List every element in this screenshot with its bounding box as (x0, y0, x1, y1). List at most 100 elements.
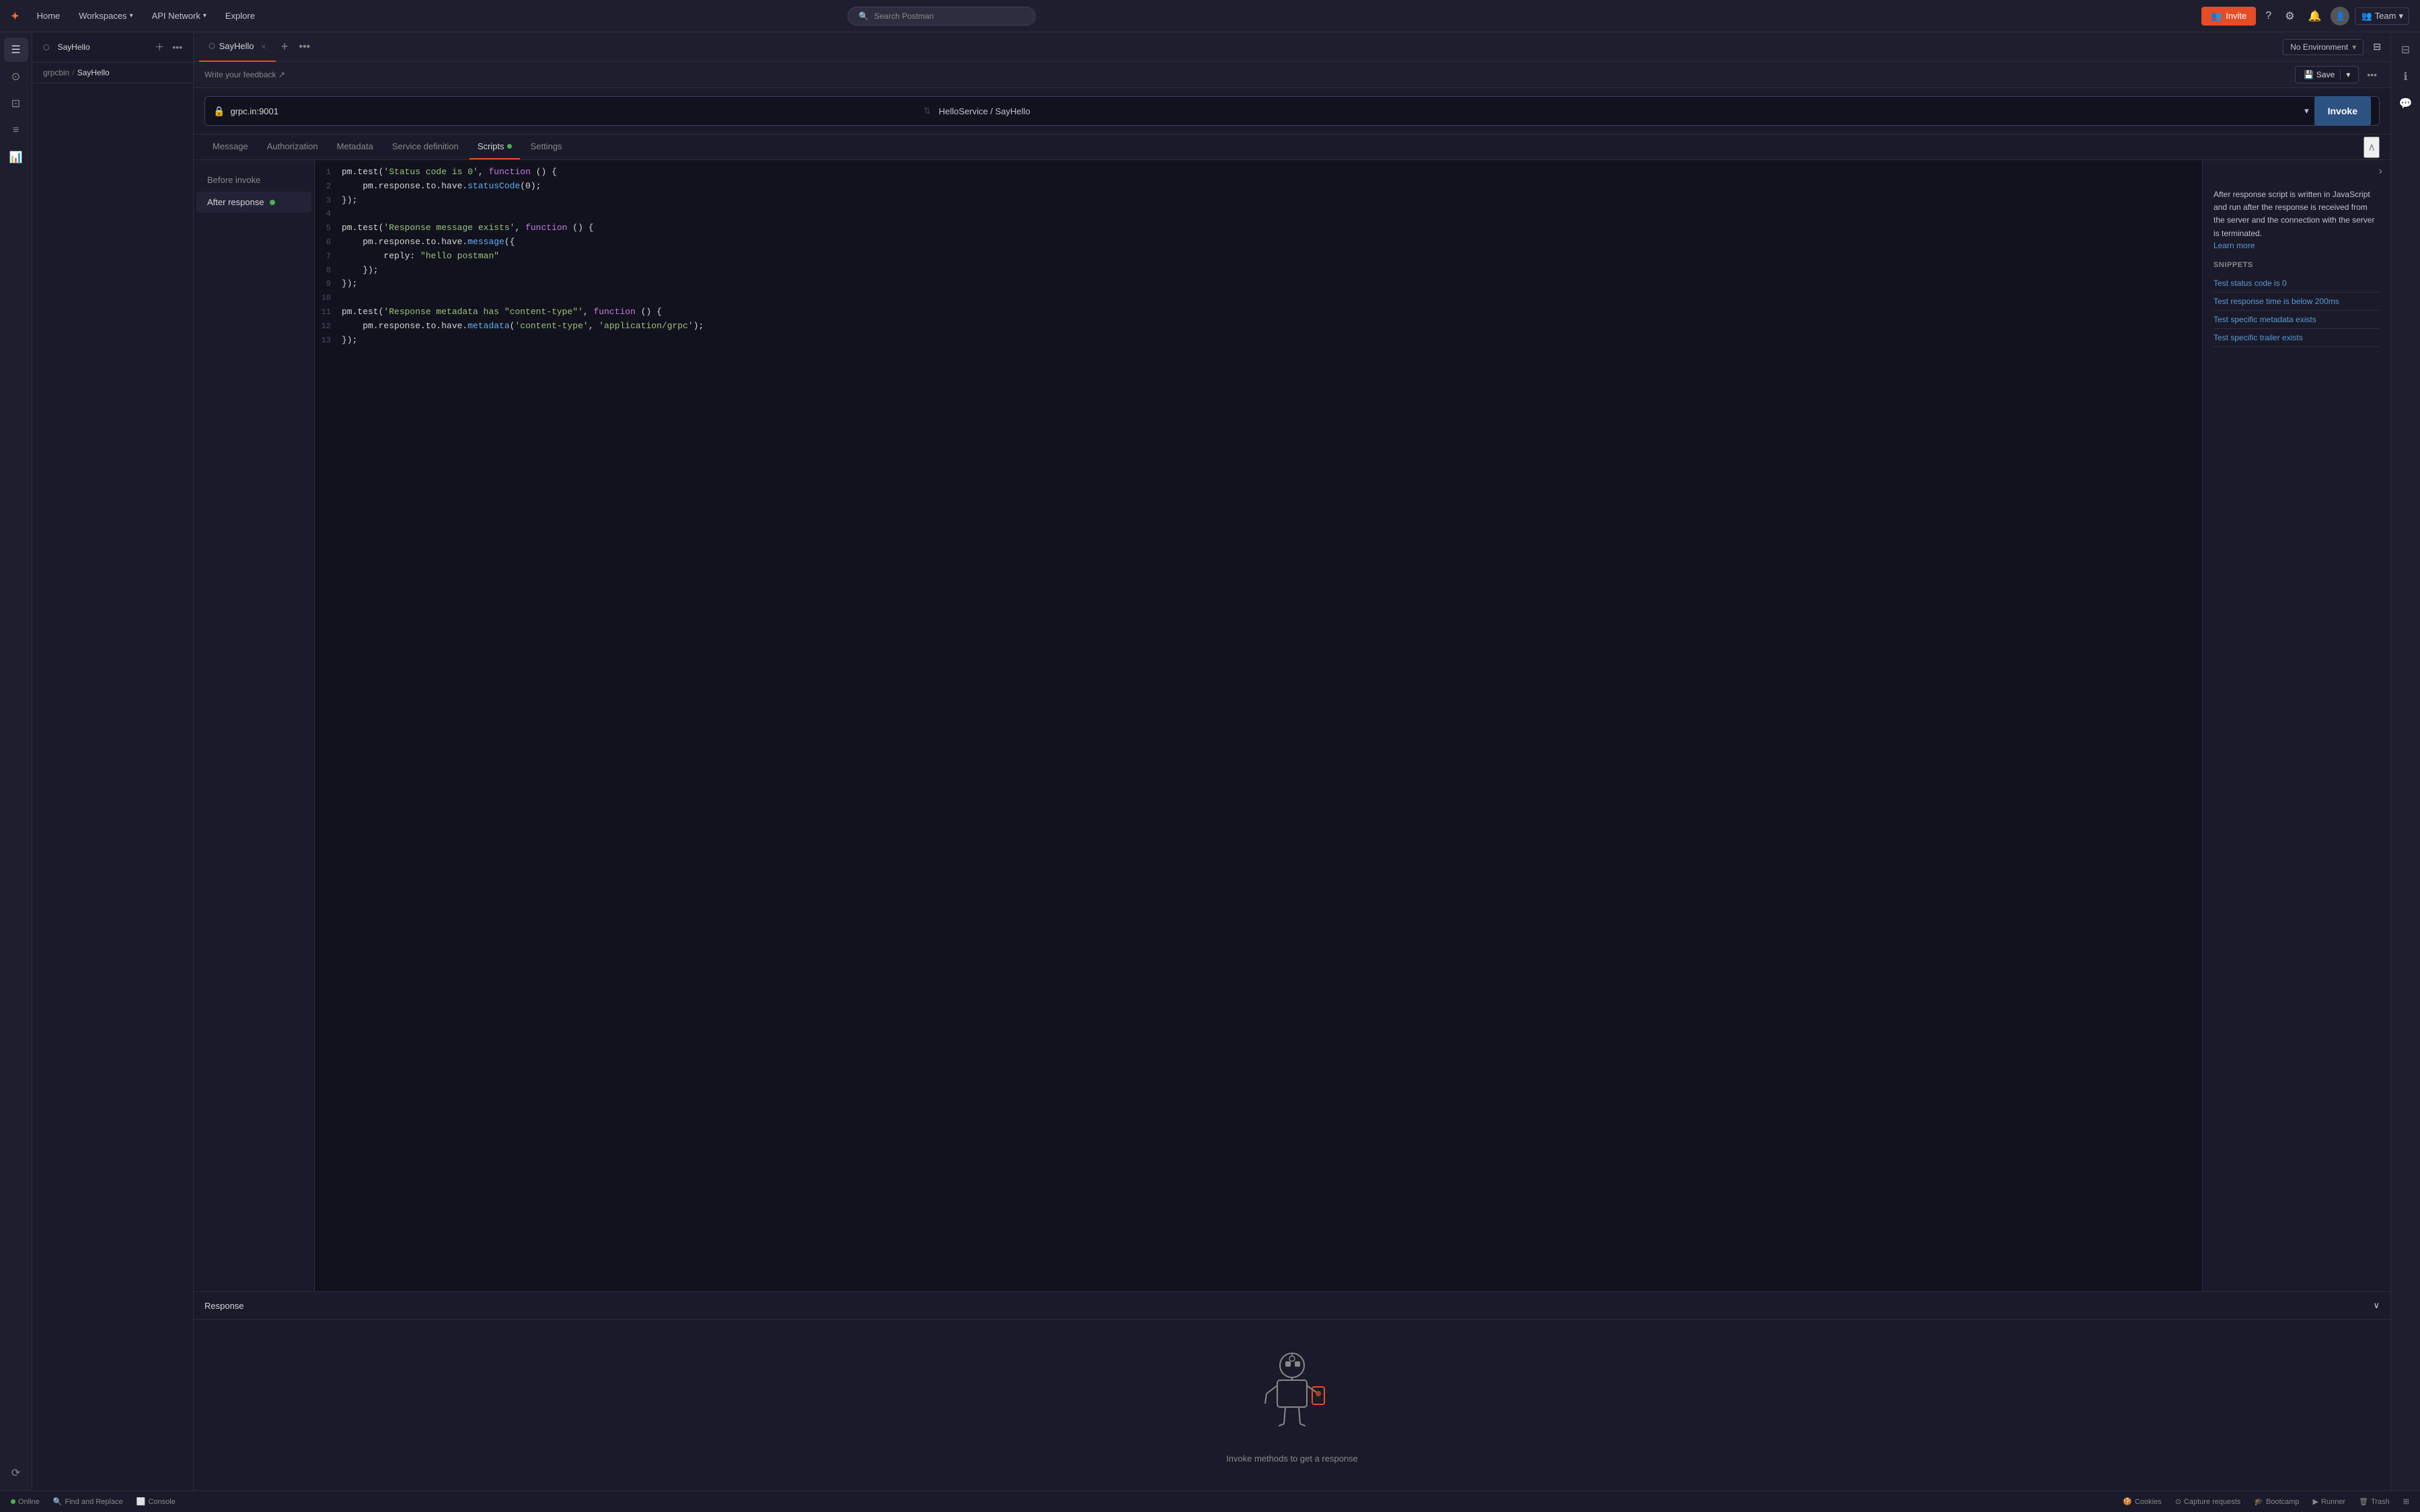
more-options-button[interactable]: ••• (169, 39, 185, 55)
team-button[interactable]: 👥 Team ▾ (2355, 7, 2409, 25)
find-replace-button[interactable]: 🔍 Find and Replace (53, 1497, 123, 1506)
snippets-list: Test status code is 0 Test response time… (2214, 274, 2380, 347)
right-icon-info[interactable]: ℹ (2394, 65, 2418, 89)
nav-right: 👥 Invite ? ⚙ 🔔 👤 👥 Team ▾ (2201, 5, 2409, 27)
tab-scripts[interactable]: Scripts (469, 135, 520, 159)
save-button[interactable]: 💾 Save ▾ (2295, 66, 2359, 83)
after-response-active-dot (270, 200, 275, 205)
response-area: Response ∨ (194, 1291, 2390, 1490)
url-separator: ⇅ (923, 106, 931, 116)
learn-more-link[interactable]: Learn more (2214, 241, 2255, 250)
nav-home[interactable]: Home (30, 7, 67, 25)
tab-message[interactable]: Message (204, 135, 256, 159)
online-label: Online (18, 1498, 40, 1506)
response-empty-message: Invoke methods to get a response (1226, 1453, 1358, 1464)
sidebar-icon-collections[interactable]: ☰ (4, 38, 28, 62)
sidebar-icon-mock[interactable]: ⊡ (4, 91, 28, 116)
scrollbar (2386, 358, 2390, 1291)
before-invoke-label: Before invoke (207, 175, 261, 185)
nav-explore[interactable]: Explore (219, 7, 262, 25)
search-placeholder: Search Postman (874, 11, 934, 21)
sidebar-icons: ☰ ⊙ ⊡ ≡ 📊 ⟳ (0, 32, 32, 1490)
robot-illustration (1252, 1347, 1332, 1443)
env-label: No Environment (2290, 42, 2348, 52)
sidebar-icon-environments[interactable]: ⊙ (4, 65, 28, 89)
sidebar-icon-history2[interactable]: ⟳ (4, 1461, 28, 1485)
runner-label: Runner (2321, 1498, 2345, 1506)
invoke-button[interactable]: Invoke (2314, 96, 2371, 126)
new-tab-button[interactable]: ＋ (152, 38, 167, 56)
capture-icon: ⊙ (2175, 1497, 2181, 1506)
tab-settings[interactable]: Settings (523, 135, 570, 159)
tab-metadata[interactable]: Metadata (329, 135, 381, 159)
workspaces-chevron-icon: ▾ (130, 12, 133, 20)
code-line-9: 9 }); (315, 277, 2202, 291)
tab-close-icon[interactable]: × (261, 41, 266, 52)
status-bar: Online 🔍 Find and Replace ⬜ Console 🍪 Co… (0, 1490, 2420, 1512)
search-bar[interactable]: 🔍 Search Postman (847, 7, 1036, 26)
online-status[interactable]: Online (11, 1498, 40, 1506)
scripts-sidebar: Before invoke After response (194, 160, 315, 1291)
code-line-8: 8 }); (315, 264, 2202, 278)
code-line-3: 3 }); (315, 194, 2202, 208)
runner-button[interactable]: ▶ Runner (2313, 1497, 2346, 1506)
collapse-button[interactable]: ∧ (2364, 137, 2380, 158)
after-response-item[interactable]: After response (196, 192, 311, 213)
expand-icon[interactable]: › (2379, 165, 2382, 178)
console-button[interactable]: ⬜ Console (137, 1497, 176, 1506)
response-header[interactable]: Response ∨ (194, 1292, 2390, 1320)
team-icon: 👥 (2361, 11, 2372, 22)
tab-authorization[interactable]: Authorization (259, 135, 326, 159)
active-tab-sayhello[interactable]: ⬡ SayHello × (199, 32, 276, 62)
runner-icon: ▶ (2313, 1497, 2318, 1506)
snippet-item-1[interactable]: Test response time is below 200ms (2214, 293, 2380, 311)
code-editor[interactable]: 1 pm.test('Status code is 0', function (… (315, 160, 2202, 1291)
find-replace-icon: 🔍 (53, 1497, 63, 1506)
right-icon-request[interactable]: ⊟ (2394, 38, 2418, 62)
save-dropdown-icon[interactable]: ▾ (2340, 70, 2350, 79)
url-input[interactable] (230, 106, 915, 116)
code-line-10: 10 (315, 291, 2202, 305)
write-feedback-link[interactable]: Write your feedback ↗ (204, 70, 2295, 79)
right-icon-comments[interactable]: 💬 (2394, 91, 2418, 116)
capture-button[interactable]: ⊙ Capture requests (2175, 1497, 2241, 1506)
tab-icon: ⬡ (209, 42, 215, 50)
collections-panel: ⬡ SayHello ＋ ••• grpcbin / SayHello (32, 32, 194, 1490)
after-response-label: After response (207, 197, 264, 207)
trash-button[interactable]: 🗑 Trash (2359, 1497, 2390, 1506)
breadcrumb-parent[interactable]: grpcbin (43, 68, 69, 77)
nav-workspaces[interactable]: Workspaces ▾ (72, 7, 139, 25)
sidebar-icon-history[interactable]: ≡ (4, 118, 28, 143)
api-network-chevron-icon: ▾ (203, 12, 206, 20)
layout-button[interactable]: ⊞ (2403, 1497, 2409, 1506)
panel-expand-row: › (2203, 160, 2390, 178)
environment-selector[interactable]: No Environment ▾ (2283, 39, 2364, 55)
env-settings-icon[interactable]: ⊟ (2369, 37, 2385, 56)
service-path-label: HelloService / SayHello (939, 106, 1030, 116)
snippet-item-3[interactable]: Test specific trailer exists (2214, 329, 2380, 347)
before-invoke-item[interactable]: Before invoke (196, 169, 311, 190)
cookies-label: Cookies (2135, 1498, 2162, 1506)
code-line-5: 5 pm.test('Response message exists', fun… (315, 221, 2202, 235)
actions-more-button[interactable]: ••• (2364, 67, 2380, 83)
help-button[interactable]: ? (2261, 6, 2275, 26)
response-collapse-icon[interactable]: ∨ (2373, 1300, 2380, 1311)
invite-button[interactable]: 👥 Invite (2201, 7, 2256, 26)
service-path-selector[interactable]: HelloService / SayHello ▾ (939, 106, 2309, 116)
bootcamp-button[interactable]: 🎓 Bootcamp (2254, 1497, 2299, 1506)
sidebar-icon-monitor[interactable]: 📊 (4, 145, 28, 169)
editor-and-panel: 1 pm.test('Status code is 0', function (… (315, 160, 2390, 1291)
sayhello-tab-label: SayHello (58, 42, 90, 52)
notifications-button[interactable]: 🔔 (2304, 5, 2326, 27)
settings-button[interactable]: ⚙ (2281, 5, 2298, 27)
tab-service-definition[interactable]: Service definition (384, 135, 467, 159)
cookies-icon: 🍪 (2123, 1497, 2132, 1506)
snippet-item-2[interactable]: Test specific metadata exists (2214, 311, 2380, 329)
code-line-1: 1 pm.test('Status code is 0', function (… (315, 165, 2202, 180)
tabs-more-button[interactable]: ••• (293, 41, 315, 53)
avatar[interactable]: 👤 (2331, 7, 2349, 26)
add-tab-button[interactable]: + (276, 40, 294, 54)
cookies-button[interactable]: 🍪 Cookies (2123, 1497, 2161, 1506)
nav-api-network[interactable]: API Network ▾ (145, 7, 213, 25)
snippet-item-0[interactable]: Test status code is 0 (2214, 274, 2380, 293)
